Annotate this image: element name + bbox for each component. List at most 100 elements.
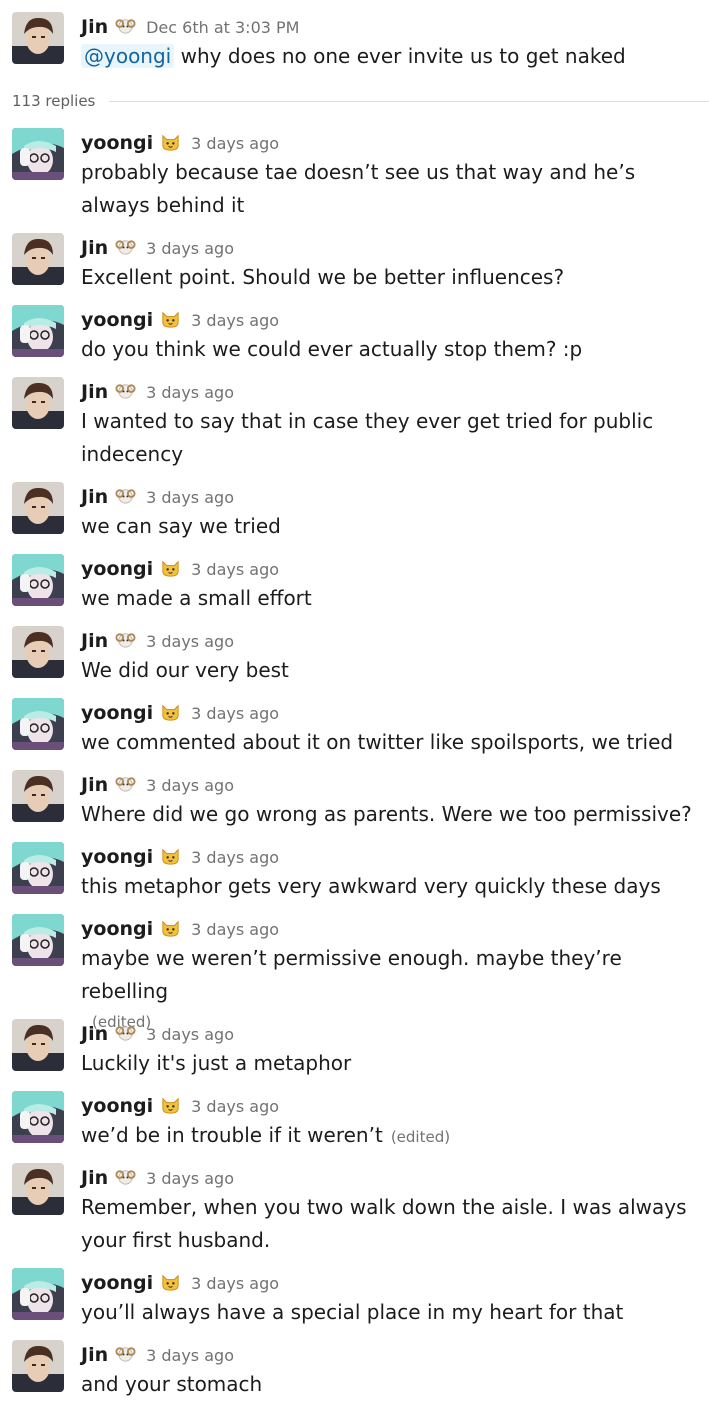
author-name[interactable]: Jin xyxy=(81,774,108,796)
avatar-jin-image xyxy=(12,233,64,285)
message-text-content: Excellent point. Should we be better inf… xyxy=(81,265,565,289)
avatar-jin-image xyxy=(12,482,64,534)
edited-label: (edited) xyxy=(390,1128,451,1146)
message-text: we made a small effort xyxy=(81,582,701,615)
avatar-jin-image xyxy=(12,12,64,64)
avatar[interactable] xyxy=(12,842,64,894)
message-text: I wanted to say that in case they ever g… xyxy=(81,405,701,471)
avatar-yoongi-image xyxy=(12,128,64,180)
message-text: Remember, when you two walk down the ais… xyxy=(81,1191,701,1257)
avatar[interactable] xyxy=(12,128,64,180)
author-name[interactable]: yoongi xyxy=(81,846,153,868)
author-name[interactable]: Jin xyxy=(81,237,108,259)
ram-emoji-icon xyxy=(115,380,136,401)
avatar[interactable] xyxy=(12,233,64,285)
author-name[interactable]: Jin xyxy=(81,16,108,38)
timestamp[interactable]: 3 days ago xyxy=(191,704,279,723)
message-text-content: maybe we weren’t permissive enough. mayb… xyxy=(81,946,622,1003)
avatar[interactable] xyxy=(12,770,64,822)
timestamp[interactable]: 3 days ago xyxy=(146,1025,234,1044)
author-name[interactable]: yoongi xyxy=(81,309,153,331)
message-text: do you think we could ever actually stop… xyxy=(81,333,701,366)
avatar-jin-image xyxy=(12,626,64,678)
author-name[interactable]: Jin xyxy=(81,630,108,652)
author-name[interactable]: Jin xyxy=(81,1167,108,1189)
avatar[interactable] xyxy=(12,377,64,429)
timestamp[interactable]: 3 days ago xyxy=(191,311,279,330)
author-name[interactable]: Jin xyxy=(81,486,108,508)
avatar[interactable] xyxy=(12,1268,64,1320)
timestamp[interactable]: Dec 6th at 3:03 PM xyxy=(146,18,299,37)
avatar[interactable] xyxy=(12,1019,64,1071)
replies-divider: 113 replies xyxy=(12,89,709,113)
avatar[interactable] xyxy=(12,626,64,678)
ram-emoji-icon xyxy=(115,773,136,794)
message-text-content: we’d be in trouble if it weren’t xyxy=(81,1123,383,1147)
message-text-content: we can say we tried xyxy=(81,514,281,538)
cat-emoji-icon xyxy=(160,131,181,152)
message-text-content: Luckily it's just a metaphor xyxy=(81,1051,352,1075)
ram-emoji-icon xyxy=(115,1022,136,1043)
avatar[interactable] xyxy=(12,12,64,64)
avatar[interactable] xyxy=(12,1091,64,1143)
timestamp[interactable]: 3 days ago xyxy=(146,383,234,402)
cat-emoji-icon xyxy=(160,557,181,578)
avatar[interactable] xyxy=(12,698,64,750)
avatar-jin-image xyxy=(12,770,64,822)
author-name[interactable]: yoongi xyxy=(81,132,153,154)
avatar[interactable] xyxy=(12,554,64,606)
avatar[interactable] xyxy=(12,914,64,966)
author-name[interactable]: Jin xyxy=(81,1023,108,1045)
author-name[interactable]: yoongi xyxy=(81,558,153,580)
author-name[interactable]: yoongi xyxy=(81,702,153,724)
message-text-content: and your stomach xyxy=(81,1372,263,1396)
avatar[interactable] xyxy=(12,482,64,534)
author-name[interactable]: Jin xyxy=(81,381,108,403)
timestamp[interactable]: 3 days ago xyxy=(146,1346,234,1365)
avatar[interactable] xyxy=(12,1340,64,1392)
message-text-content: Where did we go wrong as parents. Were w… xyxy=(81,802,692,826)
message-text: Excellent point. Should we be better inf… xyxy=(81,261,701,294)
timestamp[interactable]: 3 days ago xyxy=(191,848,279,867)
cat-emoji-icon xyxy=(160,308,181,329)
timestamp[interactable]: 3 days ago xyxy=(146,632,234,651)
timestamp[interactable]: 3 days ago xyxy=(146,1169,234,1188)
timestamp[interactable]: 3 days ago xyxy=(191,1097,279,1116)
author-name[interactable]: yoongi xyxy=(81,1272,153,1294)
avatar-yoongi-image xyxy=(12,698,64,750)
timestamp[interactable]: 3 days ago xyxy=(191,560,279,579)
timestamp[interactable]: 3 days ago xyxy=(191,134,279,153)
message-text: Where did we go wrong as parents. Were w… xyxy=(81,798,701,831)
avatar[interactable] xyxy=(12,305,64,357)
message-text: We did our very best xyxy=(81,654,701,687)
avatar-jin-image xyxy=(12,377,64,429)
timestamp[interactable]: 3 days ago xyxy=(191,920,279,939)
message-text: Luckily it's just a metaphor xyxy=(81,1047,701,1080)
message-text: we commented about it on twitter like sp… xyxy=(81,726,701,759)
message-text-content: we commented about it on twitter like sp… xyxy=(81,730,674,754)
author-name[interactable]: yoongi xyxy=(81,918,153,940)
cat-emoji-icon xyxy=(160,1094,181,1115)
timestamp[interactable]: 3 days ago xyxy=(191,1274,279,1293)
message-text: probably because tae doesn’t see us that… xyxy=(81,156,701,222)
message-text: this metaphor gets very awkward very qui… xyxy=(81,870,701,903)
avatar-yoongi-image xyxy=(12,842,64,894)
user-mention[interactable]: @yoongi xyxy=(81,44,175,68)
timestamp[interactable]: 3 days ago xyxy=(146,239,234,258)
ram-emoji-icon xyxy=(115,485,136,506)
message-text-content: why does no one ever invite us to get na… xyxy=(180,44,626,68)
author-name[interactable]: Jin xyxy=(81,1344,108,1366)
timestamp[interactable]: 3 days ago xyxy=(146,776,234,795)
message-text-content: I wanted to say that in case they ever g… xyxy=(81,409,654,466)
timestamp[interactable]: 3 days ago xyxy=(146,488,234,507)
avatar[interactable] xyxy=(12,1163,64,1215)
divider-line xyxy=(109,100,709,102)
message-text: @yoongi why does no one ever invite us t… xyxy=(81,40,701,73)
author-name[interactable]: yoongi xyxy=(81,1095,153,1117)
ram-emoji-icon xyxy=(115,15,136,36)
ram-emoji-icon xyxy=(115,1343,136,1364)
avatar-yoongi-image xyxy=(12,1091,64,1143)
avatar-yoongi-image xyxy=(12,305,64,357)
message-text-content: probably because tae doesn’t see us that… xyxy=(81,160,636,217)
cat-emoji-icon xyxy=(160,701,181,722)
